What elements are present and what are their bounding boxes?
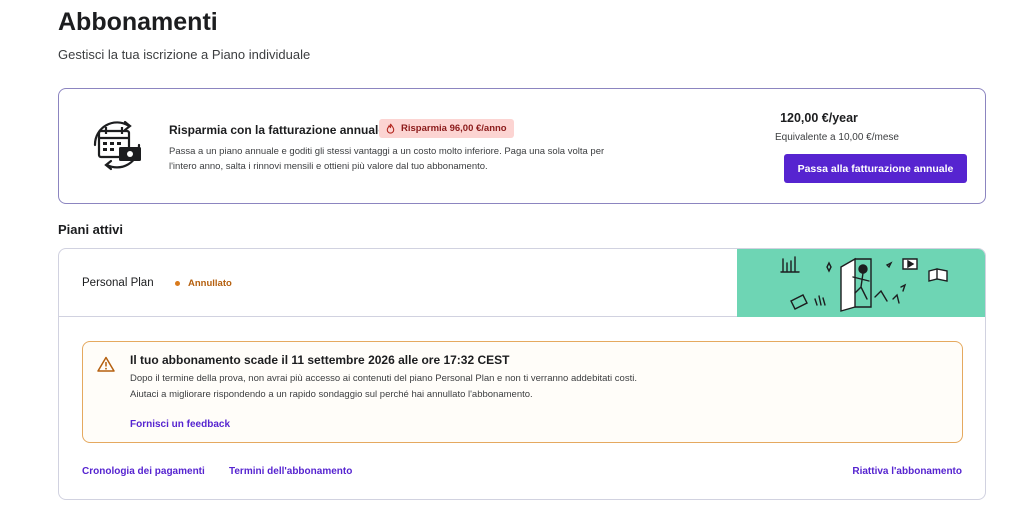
plan-illustration [737, 249, 985, 317]
savings-badge-text: Risparmia 96,00 €/anno [401, 123, 507, 134]
learning-illustration-icon [780, 256, 948, 312]
calendar-billing-icon [93, 120, 141, 171]
warning-icon [97, 356, 115, 372]
annual-billing-card: Risparmia con la fatturazione annuale Ri… [58, 88, 986, 204]
page-title: Abbonamenti [58, 8, 218, 36]
subscription-terms-link[interactable]: Termini dell'abbonamento [229, 466, 352, 477]
annual-offer-description: Passa a un piano annuale e goditi gli st… [169, 146, 605, 172]
expiry-alert: Il tuo abbonamento scade il 11 settembre… [82, 341, 963, 443]
reactivate-subscription-link[interactable]: Riattiva l'abbonamento [852, 466, 962, 477]
switch-to-annual-button[interactable]: Passa alla fatturazione annuale [784, 154, 967, 183]
alert-text-line1: Dopo il termine della prova, non avrai p… [130, 373, 637, 384]
monthly-equivalent: Equivalente a 10,00 €/mese [775, 132, 899, 143]
status-badge: Annullato [188, 278, 232, 289]
savings-badge: Risparmia 96,00 €/anno [379, 119, 514, 138]
plan-header: Personal Plan Annullato [59, 249, 985, 317]
payment-history-link[interactable]: Cronologia dei pagamenti [82, 466, 205, 477]
annual-offer-title: Risparmia con la fatturazione annuale [169, 123, 386, 137]
flame-icon [386, 123, 395, 134]
feedback-link[interactable]: Fornisci un feedback [130, 419, 230, 430]
plan-name: Personal Plan [82, 277, 154, 289]
alert-title: Il tuo abbonamento scade il 11 settembre… [130, 353, 510, 367]
annual-price: 120,00 €/year [780, 111, 858, 125]
alert-text-line2: Aiutaci a migliorare rispondendo a un ra… [130, 389, 533, 400]
page-subtitle: Gestisci la tua iscrizione a Piano indiv… [58, 47, 311, 62]
plan-card: Personal Plan Annullato Il tuo abbonamen… [58, 248, 986, 500]
active-plans-title: Piani attivi [58, 222, 124, 237]
status-dot [175, 281, 180, 286]
